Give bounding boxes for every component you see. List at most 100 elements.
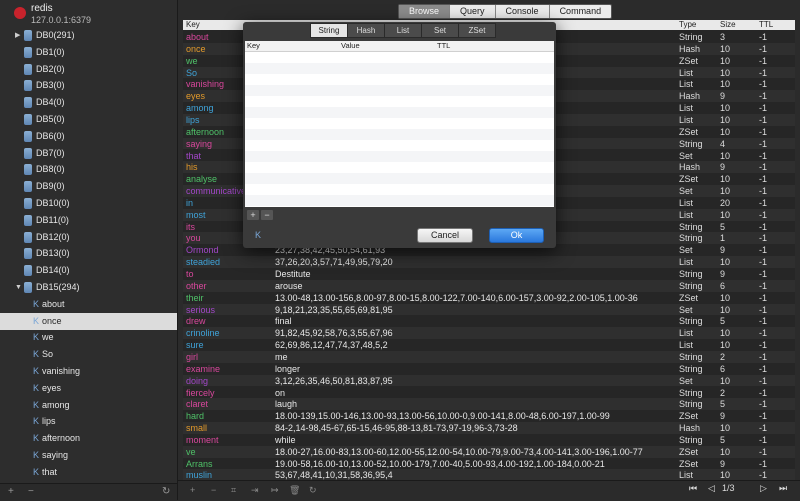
dialog-table-row[interactable]: [245, 52, 554, 63]
sidebar-key-item[interactable]: Kvanishing: [0, 363, 177, 380]
export-icon[interactable]: ↦: [271, 485, 279, 496]
dialog-table-row[interactable]: [245, 107, 554, 118]
sidebar-db-item[interactable]: DB4(0): [0, 94, 177, 111]
sidebar-db-item[interactable]: DB14(0): [0, 262, 177, 279]
table-row[interactable]: serious 9,18,21,23,35,55,65,69,81,95 Set 10…: [183, 303, 795, 316]
expanded-triangle-icon[interactable]: ▼: [15, 279, 22, 296]
sidebar-key-item[interactable]: Kamong: [0, 397, 177, 414]
table-row[interactable]: muslin 53,67,48,41,10,31,58,36,95,4 List 10…: [183, 469, 795, 480]
column-key[interactable]: Key: [186, 20, 200, 30]
table-row[interactable]: girl me String 2 -1: [183, 350, 795, 363]
tab-zset[interactable]: ZSet: [458, 24, 495, 37]
dialog-table-row[interactable]: [245, 85, 554, 96]
column-size[interactable]: Size: [720, 20, 736, 30]
cancel-button[interactable]: Cancel: [417, 228, 473, 243]
tab-list[interactable]: List: [384, 24, 421, 37]
database-icon: [24, 114, 32, 125]
tab-string[interactable]: String: [311, 24, 347, 37]
row-value: 18.00-27,16.00-83,13.00-60,12.00-55,12.0…: [275, 446, 643, 457]
sidebar-db-item[interactable]: DB9(0): [0, 178, 177, 195]
dialog-table-row[interactable]: [245, 151, 554, 162]
table-row[interactable]: ve 18.00-27,16.00-83,13.00-60,12.00-55,12…: [183, 445, 795, 458]
dialog-table-row[interactable]: [245, 118, 554, 129]
table-row[interactable]: moment while String 5 -1: [183, 434, 795, 446]
table-row[interactable]: hard 18.00-139,15.00-146,13.00-93,13.00-5…: [183, 410, 795, 422]
table-row[interactable]: drew final String 5 -1: [183, 315, 795, 327]
sidebar-key-item[interactable]: Kwe: [0, 329, 177, 346]
sidebar-db-item[interactable]: DB7(0): [0, 145, 177, 162]
table-row[interactable]: small 84-2,14-98,45-67,65-15,46-95,88-13,…: [183, 422, 795, 434]
dialog-table-row[interactable]: [245, 173, 554, 184]
table-row[interactable]: Arrans 19.00-58,16.00-10,13.00-52,10.00-1…: [183, 458, 795, 470]
sidebar-db-item[interactable]: DB11(0): [0, 212, 177, 229]
ok-button[interactable]: Ok: [489, 228, 544, 243]
last-page-button[interactable]: ⏭: [779, 483, 787, 494]
sidebar-key-item[interactable]: Kthat: [0, 464, 177, 481]
sidebar-db-item[interactable]: DB1(0): [0, 44, 177, 61]
sidebar-db-item[interactable]: DB2(0): [0, 61, 177, 78]
dialog-remove-button[interactable]: −: [261, 210, 273, 220]
sidebar-db-item[interactable]: DB12(0): [0, 229, 177, 246]
table-row[interactable]: doing 3,12,26,35,46,50,81,83,87,95 Set 10 -1: [183, 374, 795, 387]
sidebar-key-item[interactable]: Keyes: [0, 380, 177, 397]
remove-server-button[interactable]: −: [28, 486, 34, 497]
dialog-table-row[interactable]: [245, 140, 554, 151]
first-page-button[interactable]: ⏮: [689, 483, 697, 494]
dialog-table-row[interactable]: [245, 74, 554, 85]
server-item[interactable]: redis 127.0.0.1:6379: [0, 0, 177, 28]
table-row[interactable]: their 13.00-48,13.00-156,8.00-97,8.00-15,…: [183, 292, 795, 304]
sidebar-db-item[interactable]: ▼ DB15(294): [0, 279, 177, 296]
table-row[interactable]: other arouse String 6 -1: [183, 279, 795, 292]
import-icon[interactable]: ⇥: [251, 485, 259, 496]
sidebar-db-item[interactable]: DB8(0): [0, 161, 177, 178]
dialog-add-button[interactable]: +: [247, 210, 259, 220]
sidebar-key-item[interactable]: Ksaying: [0, 447, 177, 464]
sidebar-key-item[interactable]: K So: [0, 346, 177, 363]
dialog-table-row[interactable]: [245, 162, 554, 173]
add-key-button[interactable]: +: [190, 485, 195, 495]
table-row[interactable]: steadied 37,26,20,3,57,71,49,95,79,20 List…: [183, 256, 795, 268]
next-page-button[interactable]: ▷: [760, 483, 767, 494]
tab-set[interactable]: Set: [421, 24, 458, 37]
dialog-entries-table[interactable]: Key Value TTL: [245, 41, 554, 207]
table-row[interactable]: to Destitute String 9 -1: [183, 268, 795, 280]
tab-command[interactable]: Command: [548, 5, 612, 18]
table-row[interactable]: crinoline 91,82,45,92,58,76,3,55,67,96 Lis…: [183, 327, 795, 340]
table-row[interactable]: examine longer String 6 -1: [183, 363, 795, 375]
sidebar-db-item[interactable]: DB10(0): [0, 195, 177, 212]
row-ttl: -1: [759, 55, 768, 66]
sidebar-db-item[interactable]: DB6(0): [0, 128, 177, 145]
tab-browse[interactable]: Browse: [399, 5, 450, 18]
table-row[interactable]: fiercely on String 2 -1: [183, 387, 795, 399]
sidebar-db-item[interactable]: DB13(0): [0, 245, 177, 262]
sidebar-key-item[interactable]: Kafternoon: [0, 430, 177, 447]
prev-page-button[interactable]: ◁: [708, 483, 715, 494]
trash-icon[interactable]: 🗑: [289, 485, 300, 496]
sidebar-key-item[interactable]: Konce: [0, 312, 177, 330]
tab-console[interactable]: Console: [494, 5, 549, 18]
filter-icon[interactable]: ⌗: [231, 485, 236, 496]
db-label: DB10(0): [36, 198, 70, 208]
dialog-table-row[interactable]: [245, 184, 554, 195]
sidebar-key-item[interactable]: Kabout: [0, 296, 177, 313]
dialog-table-row[interactable]: [245, 129, 554, 140]
sidebar-db-item[interactable]: DB5(0): [0, 111, 177, 128]
remove-key-button[interactable]: −: [211, 485, 216, 495]
refresh-icon[interactable]: ↻: [309, 485, 317, 496]
tab-query[interactable]: Query: [449, 5, 495, 18]
dialog-table-row[interactable]: [245, 195, 554, 206]
table-row[interactable]: claret laugh String 5 -1: [183, 398, 795, 411]
add-server-button[interactable]: +: [8, 486, 14, 497]
tab-hash[interactable]: Hash: [347, 24, 384, 37]
sidebar-key-item[interactable]: Klips: [0, 413, 177, 430]
column-type[interactable]: Type: [679, 20, 696, 30]
collapsed-triangle-icon[interactable]: ▶: [15, 27, 20, 44]
dialog-table-row[interactable]: [245, 96, 554, 107]
sidebar-db-item[interactable]: DB3(0): [0, 77, 177, 94]
sidebar-db-item[interactable]: ▶ DB0(291): [0, 27, 177, 44]
dialog-table-row[interactable]: [245, 63, 554, 74]
sidebar-refresh-button[interactable]: ↻: [162, 486, 170, 497]
table-row[interactable]: sure 62,69,86,12,47,74,37,48,5,2 List 10 -1: [183, 339, 795, 351]
row-key: small: [186, 423, 208, 434]
column-ttl[interactable]: TTL: [759, 20, 773, 30]
